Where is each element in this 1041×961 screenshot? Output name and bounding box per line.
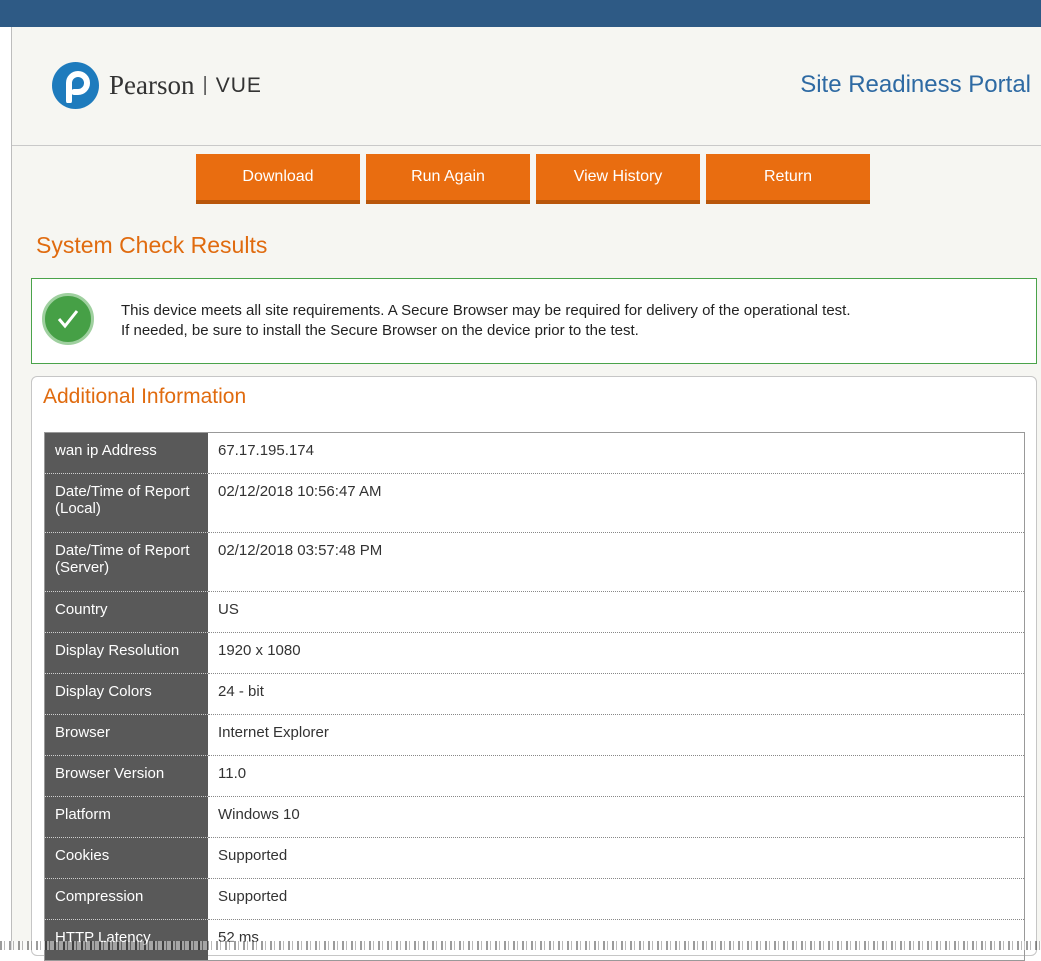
table-row: Browser Internet Explorer <box>44 714 1025 756</box>
additional-info-title: Additional Information <box>43 385 247 408</box>
row-value: Supported <box>208 837 1025 879</box>
alert-message: This device meets all site requirements.… <box>121 301 851 341</box>
row-value: Windows 10 <box>208 796 1025 838</box>
row-label: Compression <box>44 878 208 920</box>
main-content: Download Run Again View History Return S… <box>12 146 1041 961</box>
table-row: Browser Version 11.0 <box>44 755 1025 797</box>
alert-message-line: This device meets all site requirements.… <box>121 302 851 319</box>
row-label: Browser Version <box>44 755 208 797</box>
info-table: wan ip Address 67.17.195.174 Date/Time o… <box>44 432 1025 961</box>
table-row: Display Colors 24 - bit <box>44 673 1025 715</box>
row-label: Display Colors <box>44 673 208 715</box>
row-label: Browser <box>44 714 208 756</box>
table-row: Compression Supported <box>44 878 1025 920</box>
table-row: wan ip Address 67.17.195.174 <box>44 432 1025 474</box>
row-label: Date/Time of Report (Server) <box>44 532 208 592</box>
pearson-vue-logo[interactable]: Pearson | VUE <box>52 62 262 109</box>
alert-message-line: If needed, be sure to install the Secure… <box>121 322 639 339</box>
top-bar <box>0 0 1041 27</box>
row-label: Date/Time of Report (Local) <box>44 473 208 533</box>
return-button[interactable]: Return <box>706 154 870 204</box>
row-value: 02/12/2018 10:56:47 AM <box>208 473 1025 533</box>
logo-separator: | <box>202 74 208 96</box>
additional-info-panel: Additional Information wan ip Address 67… <box>31 376 1037 961</box>
row-value: 1920 x 1080 <box>208 632 1025 674</box>
row-label: HTTP Latency <box>44 919 208 961</box>
row-value: 11.0 <box>208 755 1025 797</box>
download-button[interactable]: Download <box>196 154 360 204</box>
logo-sub-brand: VUE <box>215 73 262 97</box>
row-label: wan ip Address <box>44 432 208 474</box>
bottom-edge-artifact <box>0 941 1041 950</box>
success-alert: This device meets all site requirements.… <box>31 278 1037 364</box>
table-row: Date/Time of Report (Server) 02/12/2018 … <box>44 532 1025 592</box>
table-row: Country US <box>44 591 1025 633</box>
run-again-button[interactable]: Run Again <box>366 154 530 204</box>
row-label: Country <box>44 591 208 633</box>
row-value: US <box>208 591 1025 633</box>
row-label: Platform <box>44 796 208 838</box>
row-value: Supported <box>208 878 1025 920</box>
table-row: HTTP Latency 52 ms <box>44 919 1025 961</box>
row-value: Internet Explorer <box>208 714 1025 756</box>
table-row: Cookies Supported <box>44 837 1025 879</box>
table-row: Date/Time of Report (Local) 02/12/2018 1… <box>44 473 1025 533</box>
checkmark-icon <box>42 293 94 345</box>
pearson-p-icon <box>52 62 99 109</box>
row-label: Cookies <box>44 837 208 879</box>
table-row: Display Resolution 1920 x 1080 <box>44 632 1025 674</box>
action-toolbar: Download Run Again View History Return <box>196 154 876 204</box>
view-history-button[interactable]: View History <box>536 154 700 204</box>
row-value: 24 - bit <box>208 673 1025 715</box>
portal-title: Site Readiness Portal <box>800 71 1031 98</box>
row-value: 67.17.195.174 <box>208 432 1025 474</box>
row-value: 02/12/2018 03:57:48 PM <box>208 532 1025 592</box>
row-value: 52 ms <box>208 919 1025 961</box>
table-row: Platform Windows 10 <box>44 796 1025 838</box>
page-header: Pearson | VUE Site Readiness Portal <box>12 27 1041 146</box>
results-title: System Check Results <box>36 232 268 258</box>
logo-brand-text: Pearson <box>109 70 195 100</box>
row-label: Display Resolution <box>44 632 208 674</box>
